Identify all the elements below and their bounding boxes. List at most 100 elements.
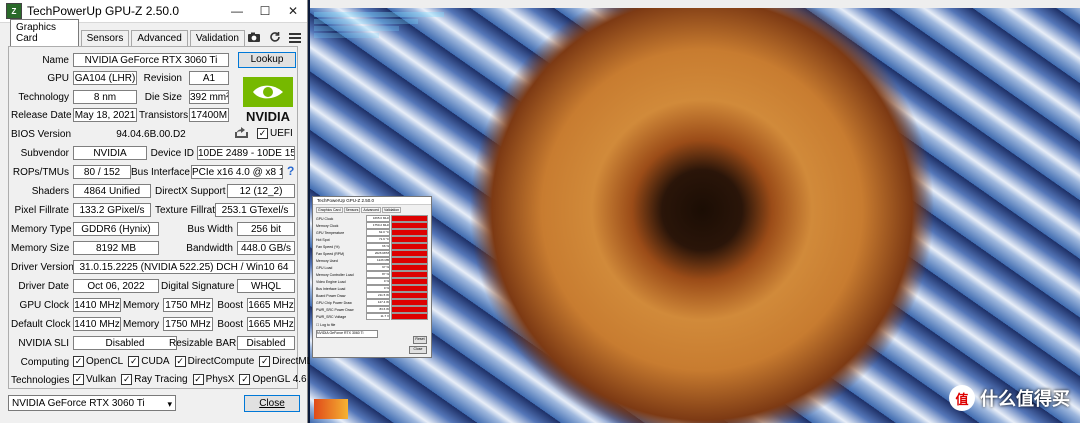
technologies-list: ✓ Vulkan ✓ Ray Tracing ✓ PhysX ✓ OpenGL 4.6 <box>73 374 312 385</box>
mini-log-checkbox[interactable]: ☐ Log to file <box>316 323 428 327</box>
bus-interface-help-icon[interactable]: ? <box>287 164 294 178</box>
directml-checkbox[interactable]: ✓ DirectML <box>259 356 312 367</box>
mini-sensor-label: GPU Load <box>316 265 333 270</box>
memory-size-label: Memory Size <box>11 243 70 254</box>
mini-gpuz-sensors-window: TechPowerUp GPU-Z 2.50.0 Graphics Card S… <box>312 196 432 358</box>
check-mark-icon: ✓ <box>174 356 186 367</box>
mini-sensor-value: 2026 RPM <box>366 250 390 257</box>
vulkan-label: Vulkan <box>86 374 117 385</box>
gpu-label: GPU <box>47 73 69 84</box>
mini-sensor-graph <box>391 250 428 257</box>
tab-advanced[interactable]: Advanced <box>131 30 188 46</box>
refresh-icon[interactable] <box>269 31 281 46</box>
check-mark-icon: ✓ <box>239 374 251 385</box>
mini-sensor-label: Hot Spot <box>316 237 330 242</box>
vulkan-checkbox[interactable]: ✓ Vulkan <box>73 374 116 385</box>
check-mark-icon: ✓ <box>128 356 140 367</box>
release-date-value: May 18, 2021 <box>73 108 137 122</box>
mini-tab-validation[interactable]: Validation <box>382 207 402 213</box>
mini-gpu-select[interactable]: NVIDIA GeForce RTX 3060 Ti <box>316 330 378 338</box>
mini-close-button[interactable]: Close <box>409 346 427 354</box>
mini-sensor-graph <box>391 264 428 271</box>
mini-sensor-value: 71.9 °C <box>366 236 390 243</box>
name-label: Name <box>42 55 69 66</box>
tab-validation[interactable]: Validation <box>189 30 245 46</box>
mini-sensor-graph <box>391 285 428 292</box>
physx-checkbox[interactable]: ✓ PhysX <box>192 374 234 385</box>
mini-reset-button[interactable]: Reset <box>413 336 427 344</box>
opencl-checkbox[interactable]: ✓ OpenCL <box>73 356 123 367</box>
mini-tab-advanced[interactable]: Advanced <box>361 207 381 213</box>
nvidia-sli-value: Disabled <box>73 336 177 350</box>
mini-sensor-row: GPU Chip Power Draw 127.4 W <box>316 299 428 306</box>
maximize-button[interactable]: ☐ <box>251 4 279 18</box>
share-icon[interactable] <box>233 126 249 145</box>
mini-sensor-label: Memory Used <box>316 258 338 263</box>
gpu-select-dropdown[interactable]: NVIDIA GeForce RTX 3060 Ti ▾ <box>8 395 176 411</box>
watermark-badge-icon: 值 <box>949 385 975 411</box>
directcompute-checkbox[interactable]: ✓ DirectCompute <box>174 356 254 367</box>
mini-sensor-row: Board Power Draw 211.5 W <box>316 292 428 299</box>
nvidia-sli-label: NVIDIA SLI <box>18 338 69 349</box>
window-title: TechPowerUp GPU-Z 2.50.0 <box>27 4 180 18</box>
technologies-label: Technologies <box>11 375 70 386</box>
camera-icon[interactable] <box>247 32 261 46</box>
mini-sensor-graph <box>391 215 428 222</box>
tab-graphics-card[interactable]: Graphics Card <box>10 19 79 46</box>
mini-tab-graphics-card[interactable]: Graphics Card <box>316 207 343 213</box>
pixel-fillrate-label: Pixel Fillrate <box>14 205 69 216</box>
cuda-checkbox[interactable]: ✓ CUDA <box>128 356 170 367</box>
mini-sensor-label: PWR_SRC Voltage <box>316 314 347 319</box>
lookup-button[interactable]: Lookup <box>238 52 296 68</box>
computing-list: ✓ OpenCL ✓ CUDA ✓ DirectCompute ✓ DirectML <box>73 356 317 367</box>
rops-tmus-value: 80 / 152 <box>73 165 131 179</box>
mini-sensor-row: PWR_SRC Voltage 11.7 V <box>316 313 428 320</box>
driver-version-label: Driver Version <box>11 262 74 273</box>
uefi-checkbox[interactable]: ✓ UEFI <box>257 128 293 139</box>
gpu-select-value: NVIDIA GeForce RTX 3060 Ti <box>12 398 145 409</box>
mini-sensor-row: Fan Speed (RPM) 2026 RPM <box>316 250 428 257</box>
mini-sensor-label: Fan Speed (%) <box>316 244 340 249</box>
shaders-label: Shaders <box>31 186 69 197</box>
nvidia-logo: NVIDIA <box>243 77 293 124</box>
memory-type-label: Memory Type <box>11 224 72 235</box>
ray-tracing-label: Ray Tracing <box>134 374 188 385</box>
subvendor-label: Subvendor <box>20 148 69 159</box>
opengl-checkbox[interactable]: ✓ OpenGL 4.6 <box>239 374 307 385</box>
mini-sensor-value: 97 % <box>366 264 390 271</box>
mini-sensor-value: 62.0 °C <box>366 229 390 236</box>
gpu-clock-label: GPU Clock <box>19 300 69 311</box>
ray-tracing-checkbox[interactable]: ✓ Ray Tracing <box>121 374 188 385</box>
mini-sensor-row: Memory Clock 1750.2 MHz <box>316 222 428 229</box>
tab-sensors[interactable]: Sensors <box>80 30 130 46</box>
close-button[interactable]: Close <box>244 395 300 412</box>
bios-version-value: 94.04.6B.00.D2 <box>73 127 229 141</box>
mini-sensor-value: 83.6 W <box>366 306 390 313</box>
revision-value: A1 <box>189 71 229 85</box>
bus-width-label: Bus Width <box>187 224 233 235</box>
minimize-button[interactable]: — <box>223 4 251 18</box>
default-clock-value: 1410 MHz <box>73 317 121 331</box>
mini-log-label: Log to file <box>320 323 336 327</box>
bandwidth-label: Bandwidth <box>186 243 233 254</box>
menu-icon[interactable] <box>289 32 301 46</box>
mini-sensor-row: Video Engine Load 0 % <box>316 278 428 285</box>
mini-sensor-graph <box>391 243 428 250</box>
benchmark-screen: TechPowerUp GPU-Z 2.50.0 Graphics Card S… <box>310 0 1080 423</box>
texture-fillrate-label: Texture Fillrate <box>155 205 221 216</box>
mini-sensor-label: Bus Interface Load <box>316 286 346 291</box>
mini-sensor-graph <box>391 292 428 299</box>
gpu-boost-value: 1665 MHz <box>247 298 295 312</box>
mini-sensor-label: Board Power Draw <box>316 293 346 298</box>
mini-sensor-row: GPU Clock 1665.0 MHz <box>316 215 428 222</box>
device-id-label: Device ID <box>150 148 194 159</box>
default-memory-value: 1750 MHz <box>163 317 213 331</box>
mini-tab-sensors[interactable]: Sensors <box>343 207 361 213</box>
digital-signature-label: Digital Signature <box>161 281 235 292</box>
die-size-value: 392 mm² <box>189 90 229 104</box>
computing-label: Computing <box>20 357 69 368</box>
close-window-button[interactable]: ✕ <box>279 4 307 18</box>
memory-type-value: GDDR6 (Hynix) <box>73 222 159 236</box>
mini-window-title: TechPowerUp GPU-Z 2.50.0 <box>313 197 431 205</box>
mini-sensor-value: 11.7 V <box>366 313 390 320</box>
